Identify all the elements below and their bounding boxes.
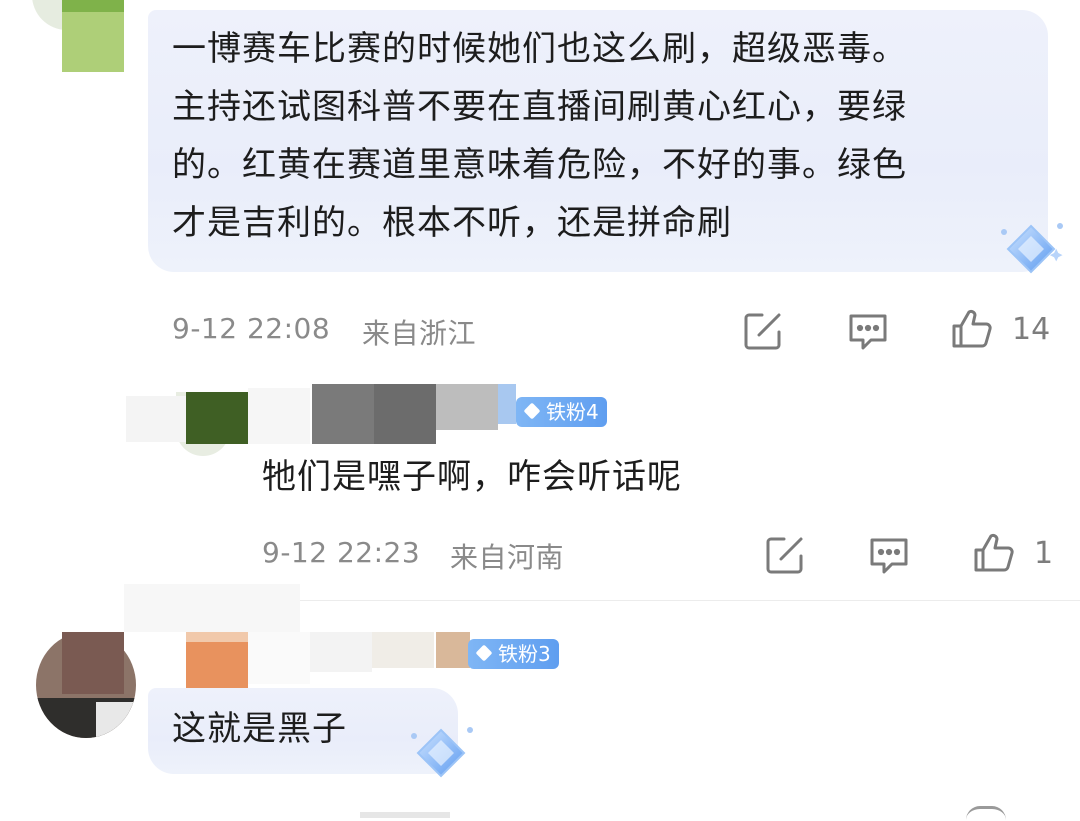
comment-3-avatar-shirt (96, 702, 136, 738)
comment-2-name-mosaic-4 (436, 384, 498, 430)
comment-1-line-3: 的。红黄在赛道里意味着危险，不好的事。绿色 (172, 145, 907, 185)
edit-square-icon[interactable] (740, 308, 786, 354)
comment-1-line-1: 一博赛车比赛的时候她们也这么刷，超级恶毒。 (172, 29, 907, 69)
edit-square-icon[interactable] (762, 532, 808, 578)
diamond-sparkle-icon (996, 218, 1066, 278)
thumbs-up-icon[interactable] (970, 530, 1016, 576)
comment-2-name-blur-left (126, 396, 186, 442)
comment-1-location: 来自浙江 (362, 317, 477, 350)
comment-2-line-1: 牠们是嘿子啊，咋会听话呢 (262, 457, 682, 497)
comment-3-name-blur (124, 584, 300, 632)
comment-1-line-2: 主持还试图科普不要在直播间刷黄心红心，要绿 (172, 87, 907, 127)
comment-1-avatar-mosaic-2 (62, 12, 124, 72)
comment-bubble-icon[interactable] (866, 532, 912, 578)
divider (262, 600, 1080, 601)
comment-1-line-4: 才是吉利的。根本不听，还是拼命刷 (172, 203, 732, 243)
comment-2-time: 9-12 22:23 (262, 536, 421, 569)
comment-3-name-mosaic-4 (310, 632, 372, 672)
comment-3-name-mosaic-5 (372, 632, 434, 668)
bottom-partial-icon (966, 806, 1006, 821)
comment-2-name-mosaic-3 (374, 384, 436, 444)
comment-3-avatar-mosaic (62, 632, 124, 694)
comment-2-name-mosaic-5 (498, 384, 516, 424)
comment-3-line-1: 这就是黑子 (172, 709, 347, 749)
comment-2-name-mosaic-1 (248, 388, 310, 444)
comment-1-time: 9-12 22:08 (172, 312, 331, 345)
comment-2-like-count: 1 (1034, 536, 1054, 571)
fan-badge-diamond-icon (475, 644, 493, 662)
fan-badge-label: 铁粉4 (546, 400, 599, 424)
comment-3-name-mosaic-6 (436, 632, 470, 668)
thumbs-up-icon[interactable] (948, 306, 994, 352)
diamond-sparkle-icon (406, 722, 476, 782)
comment-3-text: 这就是黑子 (172, 700, 347, 758)
fan-badge-label: 铁粉3 (498, 642, 551, 666)
fan-badge-diamond-icon (523, 402, 541, 420)
comment-bubble-icon[interactable] (845, 308, 891, 354)
fan-badge: 铁粉4 (516, 397, 607, 427)
comment-1-text: 一博赛车比赛的时候她们也这么刷，超级恶毒。 主持还试图科普不要在直播间刷黄心红心… (172, 20, 1032, 252)
comment-2-avatar-mosaic (186, 392, 248, 444)
comment-1-like-count: 14 (1012, 312, 1051, 347)
comment-2-location: 来自河南 (450, 541, 565, 574)
fan-badge: 铁粉3 (468, 639, 559, 669)
bottom-partial-content (360, 812, 450, 818)
comment-2-name-mosaic-2 (312, 384, 374, 444)
comment-2-text: 牠们是嘿子啊，咋会听话呢 (262, 448, 682, 506)
comment-3-name-mosaic-3 (248, 632, 310, 684)
comment-1-avatar-mosaic (62, 0, 124, 12)
comment-3-name-mosaic-2 (186, 632, 248, 642)
